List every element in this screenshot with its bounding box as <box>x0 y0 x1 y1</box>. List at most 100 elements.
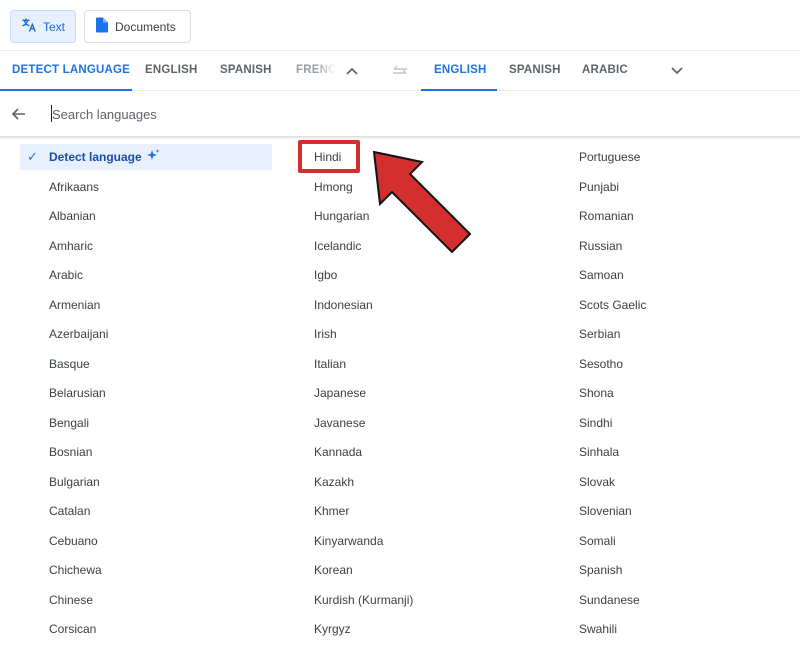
language-item-label: Kurdish (Kurmanji) <box>314 592 414 607</box>
language-item-label: Armenian <box>49 297 101 312</box>
language-item-sundanese[interactable]: Sundanese <box>565 586 785 616</box>
language-item-kannada[interactable]: Kannada <box>300 438 552 468</box>
language-item-label: Kyrgyz <box>314 622 351 636</box>
language-item-slovenian[interactable]: Slovenian <box>565 497 785 527</box>
swap-icon[interactable] <box>391 62 409 80</box>
language-item-label: Swahili <box>579 622 618 636</box>
language-item-label: Bosnian <box>49 445 93 459</box>
language-item-label: Chichewa <box>49 563 102 577</box>
language-item-arabic[interactable]: Arabic <box>20 261 272 291</box>
language-item-sindhi[interactable]: Sindhi <box>565 409 785 439</box>
language-item-label: Azerbaijani <box>49 327 109 341</box>
language-item-label: Sesotho <box>579 356 624 371</box>
language-item-label: Javanese <box>314 415 366 430</box>
language-item-kurdish-kurmanji[interactable]: Kurdish (Kurmanji) <box>300 586 552 616</box>
documents-mode-label: Documents <box>115 19 176 34</box>
language-item-kazakh[interactable]: Kazakh <box>300 468 552 498</box>
tab-source-french[interactable]: FRENCH <box>296 51 336 91</box>
text-mode-label: Text <box>43 19 66 34</box>
language-item-label: Somali <box>579 533 616 548</box>
language-item-belarusian[interactable]: Belarusian <box>20 379 272 409</box>
language-item-serbian[interactable]: Serbian <box>565 320 785 350</box>
sparkle-icon <box>146 144 160 170</box>
tab-detect-language[interactable]: DETECT LANGUAGE <box>0 51 132 91</box>
language-item-label: Igbo <box>314 268 338 282</box>
language-item-bosnian[interactable]: Bosnian <box>20 438 272 468</box>
tab-target-spanish[interactable]: SPANISH <box>509 51 561 91</box>
language-item-afrikaans[interactable]: Afrikaans <box>20 173 272 203</box>
chevron-up-icon[interactable] <box>343 62 361 80</box>
language-item-label: Chinese <box>49 592 94 607</box>
language-item-cebuano[interactable]: Cebuano <box>20 527 272 557</box>
language-item-label: Detect language <box>49 150 142 164</box>
language-item-label: Romanian <box>579 209 634 223</box>
language-item-samoan[interactable]: Samoan <box>565 261 785 291</box>
language-item-bengali[interactable]: Bengali <box>20 409 272 439</box>
check-icon: ✓ <box>27 149 38 164</box>
tab-target-arabic[interactable]: ARABIC <box>582 51 628 91</box>
tab-source-spanish[interactable]: SPANISH <box>220 51 272 91</box>
language-item-javanese[interactable]: Javanese <box>300 409 552 439</box>
language-item-label: Kazakh <box>314 474 355 489</box>
language-item-azerbaijani[interactable]: Azerbaijani <box>20 320 272 350</box>
language-item-label: Sinhala <box>579 445 620 459</box>
language-item-bulgarian[interactable]: Bulgarian <box>20 468 272 498</box>
language-item-spanish[interactable]: Spanish <box>565 556 785 586</box>
language-item-italian[interactable]: Italian <box>300 350 552 380</box>
tab-target-english[interactable]: ENGLISH <box>421 51 497 91</box>
language-item-detect-language[interactable]: ✓ Detect language <box>20 144 272 170</box>
search-languages-input[interactable] <box>52 103 452 125</box>
language-item-label: Kannada <box>314 445 363 459</box>
language-item-label: Shona <box>579 386 614 400</box>
translate-language-picker: Text Documents DETECT LANGUAGE ENGLISH S… <box>0 0 800 647</box>
language-item-irish[interactable]: Irish <box>300 320 552 350</box>
language-item-somali[interactable]: Somali <box>565 527 785 557</box>
language-item-armenian[interactable]: Armenian <box>20 291 272 321</box>
language-item-label: Bengali <box>49 415 90 430</box>
language-item-label: Russian <box>579 238 623 253</box>
language-item-label: Spanish <box>579 563 623 577</box>
language-item-basque[interactable]: Basque <box>20 350 272 380</box>
language-item-corsican[interactable]: Corsican <box>20 615 272 645</box>
language-item-russian[interactable]: Russian <box>565 232 785 262</box>
language-item-korean[interactable]: Korean <box>300 556 552 586</box>
language-item-label: Arabic <box>49 268 84 282</box>
language-item-sinhala[interactable]: Sinhala <box>565 438 785 468</box>
language-item-label: Catalan <box>49 504 91 518</box>
language-item-romanian[interactable]: Romanian <box>565 202 785 232</box>
language-item-amharic[interactable]: Amharic <box>20 232 272 262</box>
language-item-chichewa[interactable]: Chichewa <box>20 556 272 586</box>
text-mode-button[interactable]: Text <box>10 10 76 43</box>
language-item-portuguese[interactable]: Portuguese <box>565 143 785 173</box>
language-item-indonesian[interactable]: Indonesian <box>300 291 552 321</box>
language-item-label: Corsican <box>49 622 97 636</box>
chevron-down-icon[interactable] <box>668 62 686 80</box>
language-item-punjabi[interactable]: Punjabi <box>565 173 785 203</box>
documents-mode-button[interactable]: Documents <box>84 10 191 43</box>
translate-icon <box>21 17 37 36</box>
language-item-shona[interactable]: Shona <box>565 379 785 409</box>
language-search-row <box>0 91 800 137</box>
language-item-label: Icelandic <box>314 238 362 253</box>
language-item-label: Punjabi <box>579 179 620 194</box>
language-item-slovak[interactable]: Slovak <box>565 468 785 498</box>
language-item-label: Slovak <box>579 474 616 489</box>
language-item-chinese[interactable]: Chinese <box>20 586 272 616</box>
language-item-khmer[interactable]: Khmer <box>300 497 552 527</box>
language-item-japanese[interactable]: Japanese <box>300 379 552 409</box>
language-item-kyrgyz[interactable]: Kyrgyz <box>300 615 552 645</box>
language-item-label: Sindhi <box>579 415 613 430</box>
language-tab-bar: DETECT LANGUAGE ENGLISH SPANISH FRENCH E… <box>0 50 800 91</box>
language-item-label: Kinyarwanda <box>314 533 384 548</box>
language-item-kinyarwanda[interactable]: Kinyarwanda <box>300 527 552 557</box>
language-item-label: Basque <box>49 356 90 371</box>
language-item-label: Scots Gaelic <box>579 297 647 312</box>
back-arrow-icon[interactable] <box>10 105 28 123</box>
tab-source-english[interactable]: ENGLISH <box>145 51 198 91</box>
language-item-sesotho[interactable]: Sesotho <box>565 350 785 380</box>
language-item-label: Slovenian <box>579 504 632 518</box>
language-item-albanian[interactable]: Albanian <box>20 202 272 232</box>
language-item-catalan[interactable]: Catalan <box>20 497 272 527</box>
language-item-swahili[interactable]: Swahili <box>565 615 785 645</box>
language-item-scots-gaelic[interactable]: Scots Gaelic <box>565 291 785 321</box>
